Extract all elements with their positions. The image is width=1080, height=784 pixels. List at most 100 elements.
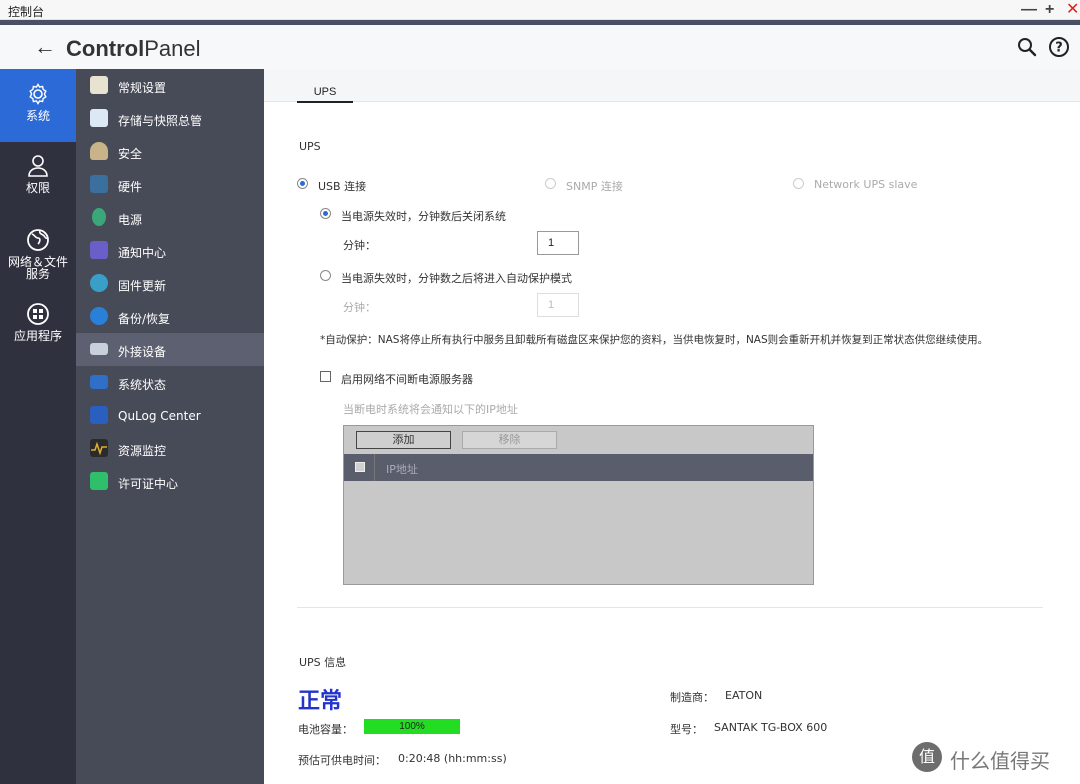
tab-bar: UPS [264, 69, 1080, 103]
subnav-item-hardware[interactable]: 硬件 [76, 168, 264, 201]
lock-icon [90, 142, 108, 160]
leftnav-item-network-file-services[interactable]: 网络＆文件 服务 [0, 228, 76, 280]
leftnav-label: 应用程序 [13, 329, 62, 343]
arrow-left-icon[interactable]: ← [34, 34, 56, 60]
close-button[interactable]: ✕ [1066, 0, 1079, 20]
shutdown-option-label: 当电源失效时，分钟数后关闭系统 [341, 210, 506, 223]
leftnav-item-system[interactable]: 系统 [0, 69, 76, 142]
radio-network-ups-slave[interactable] [793, 178, 804, 189]
ip-column-header: IP地址 [386, 463, 418, 476]
subnav-label: 许可证中心 [118, 477, 179, 491]
radio-auto-protect-mode[interactable] [320, 270, 331, 281]
resource-monitor-icon [90, 439, 108, 457]
radio-shutdown-after-minutes[interactable] [320, 208, 331, 219]
radio-usb[interactable] [297, 178, 308, 189]
settings-doc-icon [90, 76, 108, 94]
subnav-item-firmware-update[interactable]: 固件更新 [76, 267, 264, 300]
notification-icon [90, 241, 108, 259]
runtime-value: 0:20:48 (hh:mm:ss) [398, 752, 507, 765]
qulog-icon [90, 406, 108, 424]
external-device-icon [90, 343, 108, 355]
subnav-label: 安全 [118, 147, 143, 161]
ip-address-list-panel: 添加 移除 IP地址 [343, 425, 814, 585]
subnav-label: 外接设备 [118, 345, 167, 359]
shutdown-minutes-label: 分钟： [343, 239, 376, 252]
gear-icon [29, 83, 47, 105]
subnav-label: QuLog Center [118, 409, 201, 423]
subnav-item-backup-restore[interactable]: 备份/恢复 [76, 300, 264, 333]
subnav-label: 电源 [118, 213, 143, 227]
radio-network-ups-slave-label: Network UPS slave [814, 178, 918, 191]
subnav-label: 资源监控 [118, 444, 167, 458]
page-title: ControlPanel [66, 36, 201, 61]
subnav-item-general-settings[interactable]: 常规设置 [76, 69, 264, 102]
subnav-label: 存储与快照总管 [118, 114, 203, 128]
model-label: 型号： [670, 723, 703, 736]
main-content: UPS UPS USB 连接 SNMP 连接 Network UPS slave… [264, 69, 1080, 784]
subnav-label: 常规设置 [118, 81, 167, 95]
protect-option-label: 当电源失效时，分钟数之后将进入自动保护模式 [341, 272, 572, 285]
secondary-sidebar: 常规设置 存储与快照总管 安全 硬件 电源 通知中心 固件更新 备份/恢复 外接… [76, 69, 264, 784]
subnav-item-system-status[interactable]: 系统状态 [76, 366, 264, 399]
model-value: SANTAK TG-BOX 600 [714, 721, 828, 734]
help-icon[interactable]: ? [1048, 36, 1070, 58]
hardware-icon [90, 175, 108, 193]
section-title-ups: UPS [299, 140, 321, 153]
window-title: 控制台 [8, 5, 45, 19]
auto-protect-note: *自动保护：NAS将停止所有执行中服务且卸载所有磁盘区来保护您的资料，当供电恢复… [320, 334, 989, 346]
runtime-label: 预估可供电时间： [298, 754, 386, 767]
select-all-checkbox[interactable] [355, 462, 365, 472]
network-ups-server-checkbox[interactable] [320, 371, 331, 382]
app-header: ← ControlPanel ? [0, 25, 1080, 69]
subnav-item-security[interactable]: 安全 [76, 135, 264, 168]
subnav-item-external-devices[interactable]: 外接设备 [76, 333, 264, 366]
subnav-label: 通知中心 [118, 246, 167, 260]
subnav-label: 备份/恢复 [118, 312, 171, 326]
watermark-logo: 值 [912, 742, 942, 772]
watermark-text: 什么值得买 [950, 749, 1050, 773]
radio-snmp[interactable] [545, 178, 556, 189]
column-separator [374, 454, 375, 481]
ip-table-header: IP地址 [344, 454, 813, 481]
storage-icon [90, 109, 108, 127]
system-status-icon [90, 375, 108, 389]
section-divider [297, 607, 1043, 608]
battery-capacity-label: 电池容量： [298, 723, 353, 736]
subnav-item-qulog-center[interactable]: QuLog Center [76, 399, 264, 432]
shutdown-minutes-input[interactable]: 1 [537, 231, 579, 255]
leftnav-item-permissions[interactable]: 权限 [0, 154, 76, 194]
firmware-icon [90, 274, 108, 292]
leftnav-item-applications[interactable]: 应用程序 [0, 302, 76, 342]
subnav-label: 固件更新 [118, 279, 167, 293]
radio-usb-label: USB 连接 [318, 180, 367, 193]
svg-text:?: ? [1055, 41, 1063, 56]
minimize-button[interactable]: — [1021, 0, 1037, 20]
maximize-button[interactable]: + [1045, 0, 1054, 20]
leftnav-label: 系统 [25, 109, 50, 123]
subnav-label: 硬件 [118, 180, 143, 194]
backup-icon [90, 307, 108, 325]
leftnav-label-line2: 服务 [25, 267, 50, 281]
subnav-item-resource-monitor[interactable]: 资源监控 [76, 432, 264, 465]
primary-sidebar: 系统 权限 网络＆文件 服务 应用程序 [0, 69, 76, 784]
site-watermark: 值 什么值得买 [912, 740, 1080, 776]
radio-snmp-label: SNMP 连接 [566, 180, 623, 193]
ups-status: 正常 [298, 689, 343, 714]
subnav-item-storage[interactable]: 存储与快照总管 [76, 102, 264, 135]
license-icon [90, 472, 108, 490]
leftnav-label: 权限 [25, 181, 50, 195]
network-ups-server-label: 启用网络不间断电源服务器 [341, 373, 473, 386]
user-icon [28, 155, 48, 177]
subnav-item-license-center[interactable]: 许可证中心 [76, 465, 264, 498]
tab-ups[interactable]: UPS [297, 86, 353, 103]
add-ip-button[interactable]: 添加 [356, 431, 451, 449]
protect-minutes-input[interactable]: 1 [537, 293, 579, 317]
manufacturer-value: EATON [725, 689, 763, 702]
subnav-label: 系统状态 [118, 378, 167, 392]
apps-icon [27, 303, 49, 325]
subnav-item-power[interactable]: 电源 [76, 201, 264, 234]
subnav-item-notification-center[interactable]: 通知中心 [76, 234, 264, 267]
protect-minutes-label: 分钟： [343, 301, 376, 314]
search-icon[interactable] [1016, 36, 1038, 58]
remove-ip-button[interactable]: 移除 [462, 431, 557, 449]
